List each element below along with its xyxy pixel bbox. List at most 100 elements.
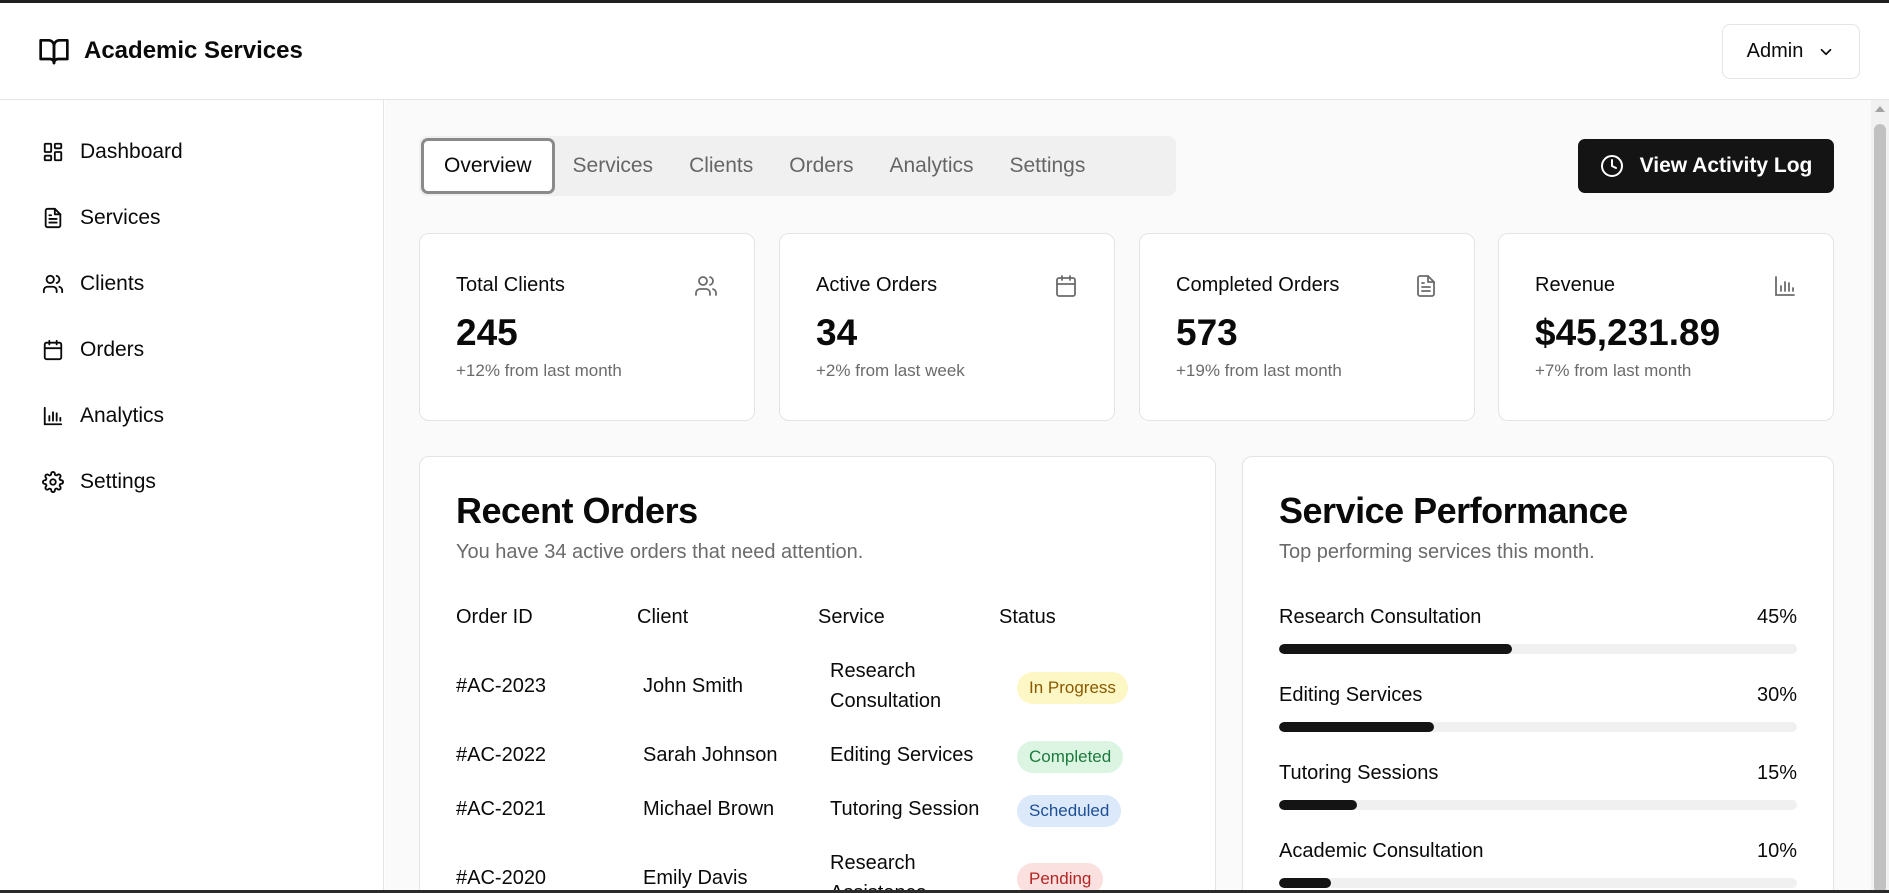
book-open-icon [36,35,72,67]
order-service: Research Consultation [830,660,942,712]
sidebar-item-settings[interactable]: Settings [42,470,156,494]
performance-percent: 45% [1756,606,1797,628]
sidebar: Dashboard Services Clients Orders Analyt… [0,100,384,893]
stat-change: +7% from last month [1535,361,1692,380]
stat-change: +12% from last month [456,361,622,380]
performance-percent: 30% [1756,684,1797,706]
gear-icon [42,471,64,493]
order-id: #AC-2023 [456,675,547,697]
status-badge: Pending [1017,863,1104,893]
column-header-order-id: Order ID [456,606,533,628]
brand[interactable]: Academic Services [36,35,303,67]
view-activity-log-button[interactable]: View Activity Log [1578,139,1834,193]
stat-change: +19% from last month [1176,361,1342,380]
bar-chart-icon [1773,274,1797,298]
column-header-status: Status [999,606,1056,628]
stat-value: $45,231.89 [1535,312,1721,353]
calendar-icon [1054,274,1078,298]
stat-label: Total Clients [456,274,565,296]
file-text-icon [42,207,64,229]
stat-value: 34 [816,312,858,353]
stat-label: Active Orders [816,274,938,296]
stat-label: Completed Orders [1176,274,1340,296]
recent-orders-subtitle: You have 34 active orders that need atte… [456,541,864,563]
sidebar-item-analytics[interactable]: Analytics [42,404,164,428]
performance-label: Tutoring Sessions [1279,762,1439,784]
progress-track [1279,722,1797,732]
progress-track [1279,644,1797,654]
order-client: Michael Brown [643,798,775,820]
recent-orders-title: Recent Orders [456,490,698,531]
progress-track [1279,800,1797,810]
file-text-icon [1414,274,1438,298]
progress-track [1279,878,1797,888]
vertical-scrollbar[interactable] [1871,100,1889,893]
column-header-client: Client [637,606,689,628]
scroll-up-arrow-icon[interactable] [1875,106,1885,112]
stat-card-active-orders: Active Orders 34 +2% from last week [779,233,1115,421]
sidebar-item-dashboard[interactable]: Dashboard [42,140,183,164]
sidebar-item-label: Analytics [80,404,165,427]
recent-orders-panel: Recent Orders You have 34 active orders … [419,456,1216,893]
sidebar-item-label: Settings [80,470,156,493]
progress-fill [1279,644,1513,654]
status-badge: Scheduled [1017,795,1122,827]
performance-percent: 15% [1756,762,1797,784]
stat-card-revenue: Revenue $45,231.89 +7% from last month [1498,233,1834,421]
stat-value: 245 [456,312,518,353]
order-client: Sarah Johnson [643,744,778,766]
sidebar-item-clients[interactable]: Clients [42,272,144,296]
chevron-down-icon [1817,43,1835,61]
order-id: #AC-2022 [456,744,547,766]
tab-orders[interactable]: Orders [771,138,871,194]
sidebar-item-orders[interactable]: Orders [42,338,144,362]
sidebar-item-label: Clients [80,272,145,295]
stat-card-completed-orders: Completed Orders 573 +19% from last mont… [1139,233,1475,421]
app-title: Academic Services [84,37,303,64]
sidebar-item-label: Services [80,206,161,229]
performance-label: Academic Consultation [1279,840,1484,862]
column-header-service: Service [818,606,885,628]
sidebar-item-services[interactable]: Services [42,206,161,230]
order-client: John Smith [643,675,744,697]
service-performance-title: Service Performance [1279,490,1628,531]
user-menu-label: Admin [1746,40,1804,62]
sidebar-item-label: Orders [80,338,145,361]
tab-analytics[interactable]: Analytics [871,138,991,194]
order-id: #AC-2020 [456,867,547,889]
performance-percent: 10% [1756,840,1797,862]
tab-list: Overview Services Clients Orders Analyti… [419,136,1176,196]
users-icon [42,273,64,295]
stat-change: +2% from last week [816,361,965,380]
dashboard-icon [42,141,64,163]
tab-clients[interactable]: Clients [671,138,771,194]
clock-icon [1600,154,1624,178]
progress-fill [1279,800,1357,810]
sidebar-item-label: Dashboard [80,140,183,163]
stat-label: Revenue [1535,274,1616,296]
progress-fill [1279,878,1331,888]
status-badge: Completed [1017,741,1124,773]
tab-services[interactable]: Services [555,138,672,194]
service-performance-subtitle: Top performing services this month. [1279,541,1595,563]
order-service: Tutoring Session [830,798,980,820]
activity-log-label: View Activity Log [1639,154,1813,177]
service-performance-panel: Service Performance Top performing servi… [1242,456,1834,893]
order-service: Research Assistance [830,852,927,893]
calendar-icon [42,339,64,361]
top-header: Academic Services Admin [0,3,1889,100]
bar-chart-icon [42,405,64,427]
progress-fill [1279,722,1435,732]
user-menu-button[interactable]: Admin [1722,24,1860,79]
order-id: #AC-2021 [456,798,547,820]
stat-card-total-clients: Total Clients 245 +12% from last month [419,233,755,421]
tab-overview[interactable]: Overview [421,138,555,194]
tab-settings[interactable]: Settings [991,138,1103,194]
order-client: Emily Davis [643,867,748,889]
scrollbar-thumb[interactable] [1874,124,1886,893]
performance-label: Research Consultation [1279,606,1482,628]
performance-label: Editing Services [1279,684,1423,706]
users-icon [694,274,718,298]
stat-value: 573 [1176,312,1238,353]
status-badge: In Progress [1017,672,1128,704]
